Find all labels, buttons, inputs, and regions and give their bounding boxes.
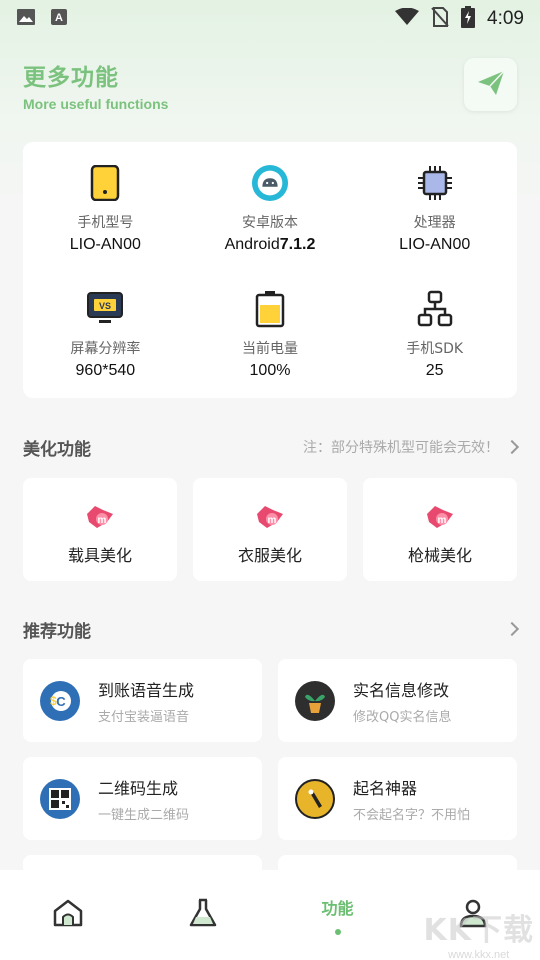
beauty-label: 衣服美化 <box>237 546 302 565</box>
info-value: LIO-AN00 <box>69 236 141 253</box>
qrcode-icon <box>40 778 80 819</box>
rec-subtitle: 修改QQ实名信息 <box>353 709 452 725</box>
svg-text:VS: VS <box>99 301 111 311</box>
battery-charging-icon <box>461 6 476 32</box>
svg-text:m: m <box>268 515 277 526</box>
no-sim-icon <box>431 7 449 31</box>
pen-icon <box>295 778 335 819</box>
battery-icon <box>251 290 289 328</box>
rec-card-naming[interactable]: 起名神器 不会起名字？不用怕 <box>278 757 517 840</box>
active-indicator-dot <box>334 929 341 935</box>
recommended-more-link[interactable] <box>504 621 520 637</box>
svg-text:C: C <box>56 694 66 709</box>
info-battery: 当前电量 100% <box>188 268 353 394</box>
phone-icon <box>86 164 124 202</box>
info-label: 处理器 <box>413 215 456 231</box>
rec-card-voice[interactable]: C $ 到账语音生成 支付宝装逼语音 <box>23 659 262 742</box>
info-phone-model: 手机型号 LIO-AN00 <box>23 142 188 268</box>
watermark-logo: KK下载 www.kkx.net <box>424 905 535 960</box>
rec-subtitle: 不会起名字？不用怕 <box>353 807 471 823</box>
rec-card-realname[interactable]: 实名信息修改 修改QQ实名信息 <box>278 659 517 742</box>
beauty-section-header: 美化功能 注：部分特殊机型可能会无效！ <box>23 435 520 460</box>
rec-title: 到账语音生成 <box>98 680 195 700</box>
nav-lab[interactable] <box>135 870 270 960</box>
money-icon: C $ <box>40 680 80 721</box>
beauty-items: m 载具美化 m 衣服美化 m 枪械美化 <box>23 478 517 581</box>
page-title: 更多功能 <box>23 65 119 91</box>
nav-home[interactable] <box>0 870 135 960</box>
send-button[interactable] <box>464 58 517 111</box>
device-info-card: 手机型号 LIO-AN00 安卓版本 Android7.1.2 处理器 LIO-… <box>23 142 517 398</box>
beauty-note-text: 注：部分特殊机型可能会无效！ <box>303 440 499 456</box>
home-icon <box>52 898 84 932</box>
recommended-section-header: 推荐功能 <box>23 617 520 642</box>
watermark-url: www.kkx.net <box>448 949 510 960</box>
android-icon <box>251 164 289 202</box>
monitor-icon: VS <box>86 290 124 328</box>
network-icon <box>416 290 454 328</box>
info-sdk: 手机SDK 25 <box>352 268 517 394</box>
skin-tag-icon: m <box>425 504 455 534</box>
svg-text:m: m <box>98 515 107 526</box>
rec-subtitle: 支付宝装逼语音 <box>98 709 190 725</box>
info-label: 安卓版本 <box>241 215 298 231</box>
image-notification-icon <box>16 8 36 30</box>
cpu-icon <box>416 164 454 202</box>
app-notification-icon: A <box>50 8 68 30</box>
chevron-right-icon <box>504 621 520 637</box>
rec-title: 起名神器 <box>353 778 418 798</box>
info-value: Android7.1.2 <box>224 236 316 253</box>
status-bar: A 4:09 <box>0 0 540 38</box>
beauty-card-weapon[interactable]: m 枪械美化 <box>363 478 517 581</box>
page-subtitle: More useful functions <box>23 96 169 112</box>
info-value: 960*540 <box>75 362 136 379</box>
beauty-section-title: 美化功能 <box>23 439 91 460</box>
beauty-card-vehicle[interactable]: m 载具美化 <box>23 478 177 581</box>
wifi-icon <box>395 7 420 30</box>
info-value: 25 <box>425 362 444 379</box>
rec-card-qrcode[interactable]: 二维码生成 一键生成二维码 <box>23 757 262 840</box>
beauty-card-clothes[interactable]: m 衣服美化 <box>193 478 347 581</box>
clock: 4:09 <box>487 8 524 29</box>
beauty-label: 载具美化 <box>67 546 132 565</box>
info-label: 手机SDK <box>406 341 464 357</box>
skin-tag-icon: m <box>255 504 285 534</box>
info-processor: 处理器 LIO-AN00 <box>352 142 517 268</box>
rec-title: 实名信息修改 <box>353 680 450 700</box>
info-resolution: VS 屏幕分辨率 960*540 <box>23 268 188 394</box>
nav-features[interactable]: 功能 <box>270 870 405 960</box>
svg-text:$: $ <box>50 694 57 708</box>
page-header: 更多功能 More useful functions <box>23 58 517 114</box>
info-value: LIO-AN00 <box>399 236 471 253</box>
rec-subtitle: 一键生成二维码 <box>98 807 190 823</box>
info-label: 当前电量 <box>241 341 298 357</box>
rec-title: 二维码生成 <box>98 778 179 798</box>
info-label: 屏幕分辨率 <box>70 341 141 357</box>
beauty-label: 枪械美化 <box>407 546 472 565</box>
svg-text:m: m <box>438 515 447 526</box>
watermark-text: KK下载 <box>423 913 534 948</box>
info-label: 手机型号 <box>77 215 134 231</box>
paper-plane-icon <box>477 69 505 100</box>
info-android-version: 安卓版本 Android7.1.2 <box>188 142 353 268</box>
recommended-section-title: 推荐功能 <box>23 621 91 642</box>
plant-icon <box>295 680 335 721</box>
flask-icon <box>187 897 219 933</box>
info-value: 100% <box>249 362 291 379</box>
chevron-right-icon <box>504 439 520 455</box>
beauty-note-link[interactable]: 注：部分特殊机型可能会无效！ <box>303 437 520 457</box>
svg-text:A: A <box>55 12 63 24</box>
skin-tag-icon: m <box>85 504 115 534</box>
nav-features-label: 功能 <box>321 899 354 918</box>
